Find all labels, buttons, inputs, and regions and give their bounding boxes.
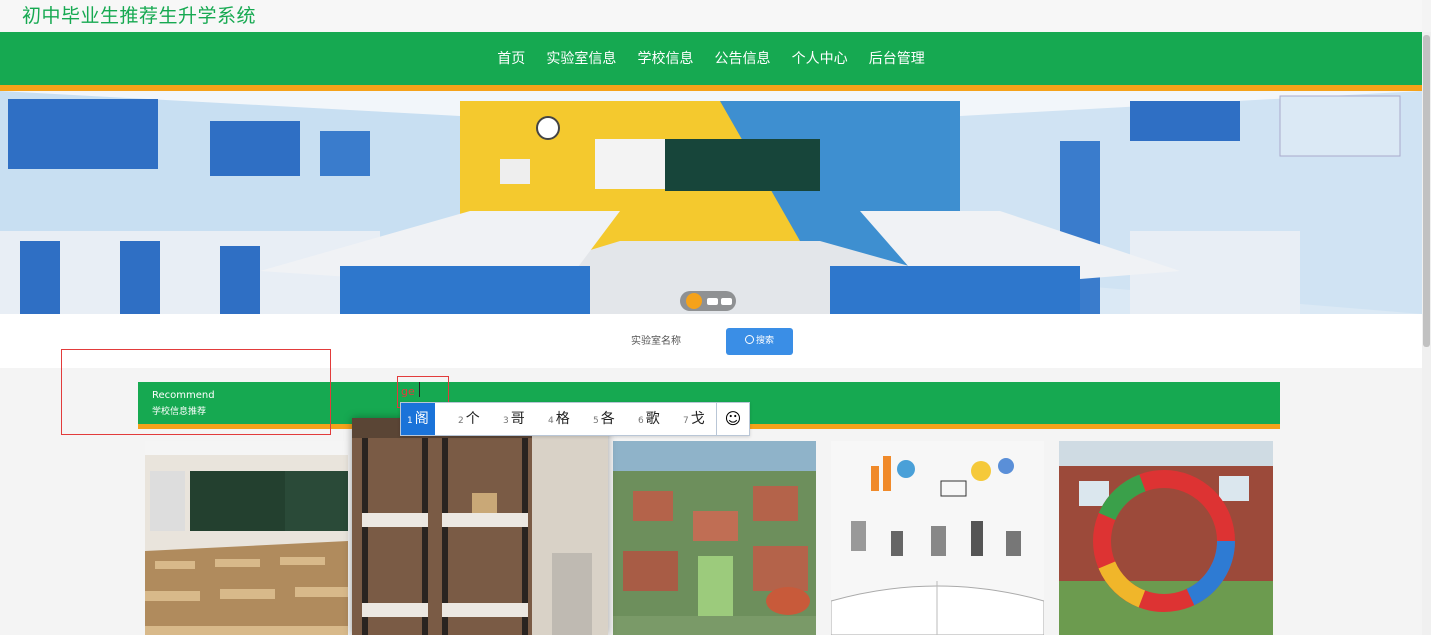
lab-classroom-image xyxy=(0,91,1422,314)
nav-announcements[interactable]: 公告信息 xyxy=(715,48,771,68)
text-caret xyxy=(419,382,420,397)
top-bar: 初中毕业生推荐生升学系统 xyxy=(0,0,1422,32)
ime-candidate-bar: 1阁 2个 3哥 4格 5各 6歌 7戈 ☺ xyxy=(400,402,750,436)
emoji-icon[interactable]: ☺ xyxy=(716,403,749,435)
nav-lab-info[interactable]: 实验室信息 xyxy=(546,48,616,68)
carousel-dot-active xyxy=(686,293,702,309)
nav-home[interactable]: 首页 xyxy=(497,48,525,68)
carousel-dot xyxy=(721,298,732,305)
campus-sculpture-image xyxy=(1059,441,1273,635)
campus-aerial-image xyxy=(613,441,816,635)
ime-candidate[interactable]: 5各 xyxy=(593,403,615,435)
ime-candidate[interactable]: 4格 xyxy=(548,403,570,435)
carousel-dot xyxy=(707,298,718,305)
ime-candidate[interactable]: 1阁 xyxy=(401,403,435,435)
site-title: 初中毕业生推荐生升学系统 xyxy=(22,5,257,27)
nav-personal-center[interactable]: 个人中心 xyxy=(792,48,848,68)
search-button-label: 搜索 xyxy=(755,336,774,346)
book-ideas-image xyxy=(831,441,1044,635)
ime-candidate[interactable]: 6歌 xyxy=(638,403,660,435)
school-card-book[interactable] xyxy=(831,441,1044,635)
classroom-image xyxy=(145,441,348,635)
scrollbar-thumb[interactable] xyxy=(1423,35,1430,347)
ime-candidate[interactable]: 7戈 xyxy=(683,403,705,435)
search-label: 实验室名称 xyxy=(631,336,681,347)
annotation-box xyxy=(61,349,331,435)
main-navbar: 首页 实验室信息 学校信息 公告信息 个人中心 后台管理 xyxy=(0,32,1422,91)
banner-carousel[interactable] xyxy=(0,91,1422,314)
ime-composition-text: ge xyxy=(401,385,415,398)
school-card-campus[interactable] xyxy=(613,441,816,635)
dormitory-image xyxy=(352,418,608,635)
school-card-dorm[interactable] xyxy=(352,418,608,635)
nav-admin[interactable]: 后台管理 xyxy=(869,48,925,68)
school-card-classroom[interactable] xyxy=(145,441,348,635)
page-scrollbar[interactable] xyxy=(1422,32,1431,635)
ime-candidate[interactable]: 3哥 xyxy=(503,403,525,435)
search-icon xyxy=(744,335,754,344)
search-button[interactable]: 搜索 xyxy=(726,328,793,355)
school-card-sculpture[interactable] xyxy=(1059,441,1273,635)
nav-school-info[interactable]: 学校信息 xyxy=(637,48,693,68)
ime-candidate[interactable]: 2个 xyxy=(458,403,480,435)
